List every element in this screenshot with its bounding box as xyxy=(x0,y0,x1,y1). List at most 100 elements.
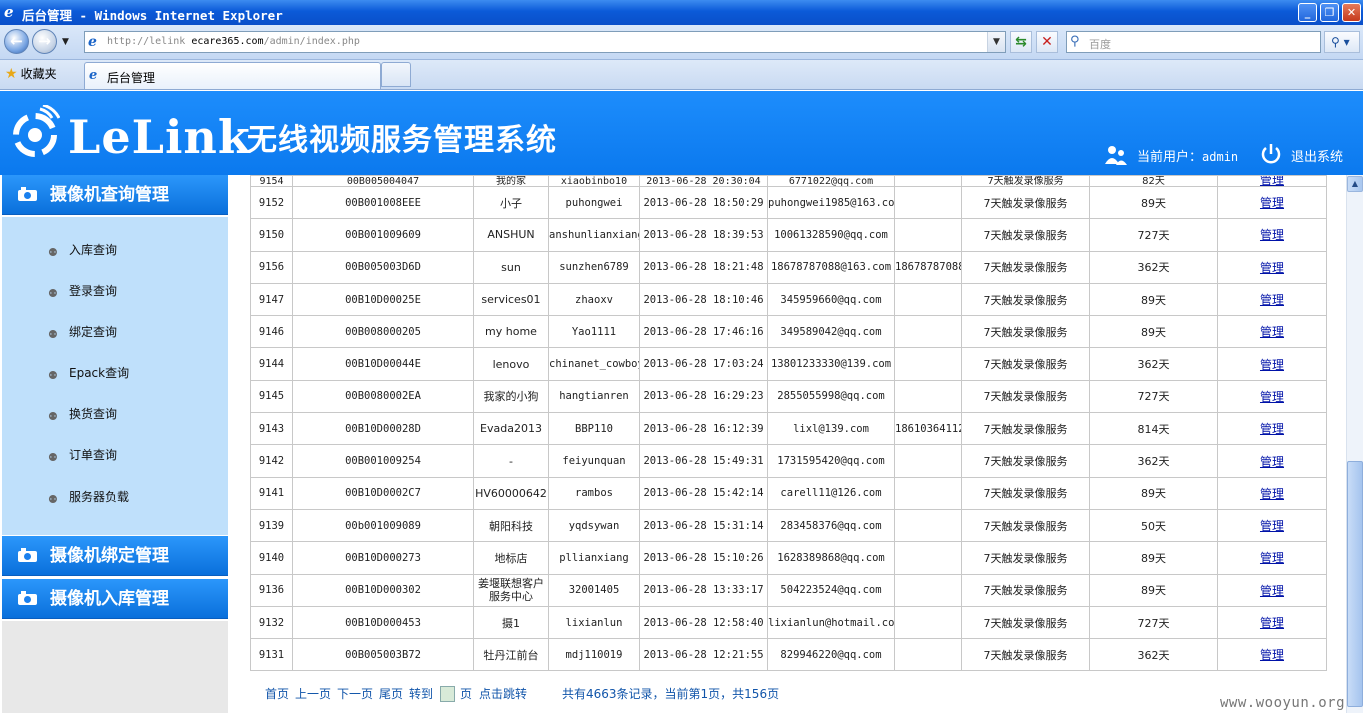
tree-icon: ⚉ xyxy=(48,328,58,341)
scrollbar-thumb[interactable] xyxy=(1347,461,1363,707)
sidebar-footer xyxy=(2,621,228,713)
page-number-input[interactable] xyxy=(440,686,455,702)
back-button[interactable]: ← xyxy=(4,29,29,54)
system-title: 无线视频服务管理系统 xyxy=(247,123,557,158)
brand-name: LeLink xyxy=(68,110,251,164)
favorites-label: 收藏夹 xyxy=(20,67,57,81)
vertical-scrollbar[interactable]: ▲ xyxy=(1346,175,1363,713)
table-cell: 2013-06-28 18:10:46 xyxy=(639,282,768,317)
table-cell: services01 xyxy=(473,282,549,317)
table-cell: 727天 xyxy=(1089,379,1218,414)
tab-active[interactable]: e 后台管理 xyxy=(84,62,381,89)
sidebar-item-inbound-query[interactable]: ⚉ 入库查询 xyxy=(48,241,117,259)
sidebar-item-server-load[interactable]: ⚉ 服务器负载 xyxy=(48,488,129,506)
table-cell: 9152 xyxy=(250,185,293,220)
table-cell: 349589042@qq.com xyxy=(767,315,895,349)
table-cell xyxy=(894,508,962,543)
url-host: ecare365.com xyxy=(191,36,264,47)
table-cell: sunzhen6789 xyxy=(548,250,640,284)
restore-button[interactable]: ❐ xyxy=(1320,3,1339,22)
search-input[interactable]: ⚲ 百度 xyxy=(1066,31,1321,53)
logout-link[interactable]: 退出系统 xyxy=(1291,146,1343,165)
manage-link[interactable]: 管理 xyxy=(1260,293,1284,307)
tree-icon: ⚉ xyxy=(48,287,58,300)
sidebar-item-login-query[interactable]: ⚉ 登录查询 xyxy=(48,282,117,300)
manage-link[interactable]: 管理 xyxy=(1260,358,1284,372)
table-cell: 2013-06-28 15:49:31 xyxy=(639,444,768,478)
table-cell: 00B0080002EA xyxy=(292,379,474,414)
power-icon[interactable] xyxy=(1260,143,1282,165)
table-cell: 9132 xyxy=(250,605,293,640)
sidebar-section-camera-query[interactable]: 摄像机查询管理 xyxy=(2,175,228,215)
table-cell: 7天触发录像服务 xyxy=(961,218,1090,252)
table-cell: 00B10D000273 xyxy=(292,541,474,575)
manage-link[interactable]: 管理 xyxy=(1260,551,1284,565)
address-dropdown-icon[interactable]: ▼ xyxy=(987,32,1005,52)
table-cell: 7天触发录像服务 xyxy=(961,638,1090,672)
manage-link[interactable]: 管理 xyxy=(1260,519,1284,533)
table-row: 9152 00B001008EEE 小子 puhongwei 2013-06-28 18… xyxy=(250,185,1327,220)
manage-link[interactable]: 管理 xyxy=(1260,584,1284,598)
table-cell: 摄1 xyxy=(473,605,549,640)
table-row: 9141 00B10D0002C7 HV60000642 rambos 2013-06-… xyxy=(250,476,1327,510)
sidebar-section-camera-binding[interactable]: 摄像机绑定管理 xyxy=(2,536,228,576)
stop-button[interactable]: ✕ xyxy=(1036,31,1058,53)
manage-link[interactable]: 管理 xyxy=(1260,648,1284,662)
sidebar-item-bind-query[interactable]: ⚉ 绑定查询 xyxy=(48,323,117,341)
manage-link[interactable]: 管理 xyxy=(1260,487,1284,501)
table-cell: 00B005003D6D xyxy=(292,250,474,284)
minimize-button[interactable]: _ xyxy=(1298,3,1317,22)
table-cell: 9141 xyxy=(250,476,293,510)
table-cell: lenovo xyxy=(473,347,549,381)
table-cell: hangtianren xyxy=(548,379,640,414)
table-cell: 我的家 xyxy=(473,175,549,187)
pager-first[interactable]: 首页 xyxy=(265,677,289,711)
table-cell: 2013-06-28 15:42:14 xyxy=(639,476,768,510)
sidebar-item-exchange-query[interactable]: ⚉ 换货查询 xyxy=(48,405,117,423)
table-cell: 00B10D000302 xyxy=(292,573,474,607)
table-cell: 7天触发录像服务 xyxy=(961,508,1090,543)
table-cell: 2013-06-28 20:30:04 xyxy=(639,175,768,187)
sidebar-item-epack-query[interactable]: ⚉ Epack查询 xyxy=(48,364,129,382)
pager-last[interactable]: 尾页 xyxy=(379,677,403,711)
manage-link[interactable]: 管理 xyxy=(1260,325,1284,339)
sidebar-item-order-query[interactable]: ⚉ 订单查询 xyxy=(48,446,117,464)
manage-link[interactable]: 管理 xyxy=(1260,196,1284,210)
pager-jump-button[interactable]: 点击跳转 xyxy=(479,677,527,711)
refresh-button[interactable]: ⇆ xyxy=(1010,31,1032,53)
manage-link[interactable]: 管理 xyxy=(1260,455,1284,469)
star-icon: ★ xyxy=(5,66,18,82)
search-button[interactable]: ⚲ ▾ xyxy=(1324,31,1360,53)
table-row: 9146 00B008000205 my home Yao1111 2013-06-28… xyxy=(250,315,1327,349)
pager-prev[interactable]: 上一页 xyxy=(295,677,331,711)
sidebar-item-label: 换货查询 xyxy=(69,407,118,421)
address-input[interactable]: e http://lelink ecare365.com/admin/index… xyxy=(84,31,1006,53)
table-row: 9145 00B0080002EA 我家的小狗 hangtianren 2013-06-… xyxy=(250,379,1327,414)
table-cell: 2013-06-28 12:58:40 xyxy=(639,605,768,640)
table-cell: 89天 xyxy=(1089,476,1218,510)
pager-next[interactable]: 下一页 xyxy=(337,677,373,711)
table-cell: 7天触发录像服务 xyxy=(961,541,1090,575)
table-cell: 7天触发录像服务 xyxy=(961,573,1090,607)
sidebar-menu: ⚉ 入库查询 ⚉ 登录查询 ⚉ 绑定查询 ⚉ Epack查询 ⚉ 换货查询 ⚉ 订单查询 ⚉… xyxy=(2,217,228,535)
close-button[interactable]: ✕ xyxy=(1342,3,1361,22)
new-tab-button[interactable] xyxy=(381,62,411,87)
manage-link[interactable]: 管理 xyxy=(1260,616,1284,630)
sidebar-section-camera-inbound[interactable]: 摄像机入库管理 xyxy=(2,579,228,619)
table-cell: 2855055998@qq.com xyxy=(767,379,895,414)
manage-link[interactable]: 管理 xyxy=(1260,261,1284,275)
manage-link[interactable]: 管理 xyxy=(1260,422,1284,436)
scroll-up-icon[interactable]: ▲ xyxy=(1347,176,1363,192)
manage-link[interactable]: 管理 xyxy=(1260,390,1284,404)
favorites-button[interactable]: ★ 收藏夹 xyxy=(5,64,57,84)
forward-button[interactable]: → xyxy=(32,29,57,54)
manage-link[interactable]: 管理 xyxy=(1260,177,1284,186)
table-cell: 10061328590@qq.com xyxy=(767,218,895,252)
table-cell: 2013-06-28 18:50:29 xyxy=(639,185,768,220)
recent-pages-dropdown-icon[interactable]: ▼ xyxy=(62,37,69,47)
records-table: 9154 00B005004047 我的家 xiaobinbo10 2013-06-28… xyxy=(250,175,1327,672)
table-cell xyxy=(894,476,962,510)
manage-link[interactable]: 管理 xyxy=(1260,228,1284,242)
sidebar-item-label: 服务器负载 xyxy=(69,490,130,504)
table-cell: 管理 xyxy=(1217,282,1327,317)
